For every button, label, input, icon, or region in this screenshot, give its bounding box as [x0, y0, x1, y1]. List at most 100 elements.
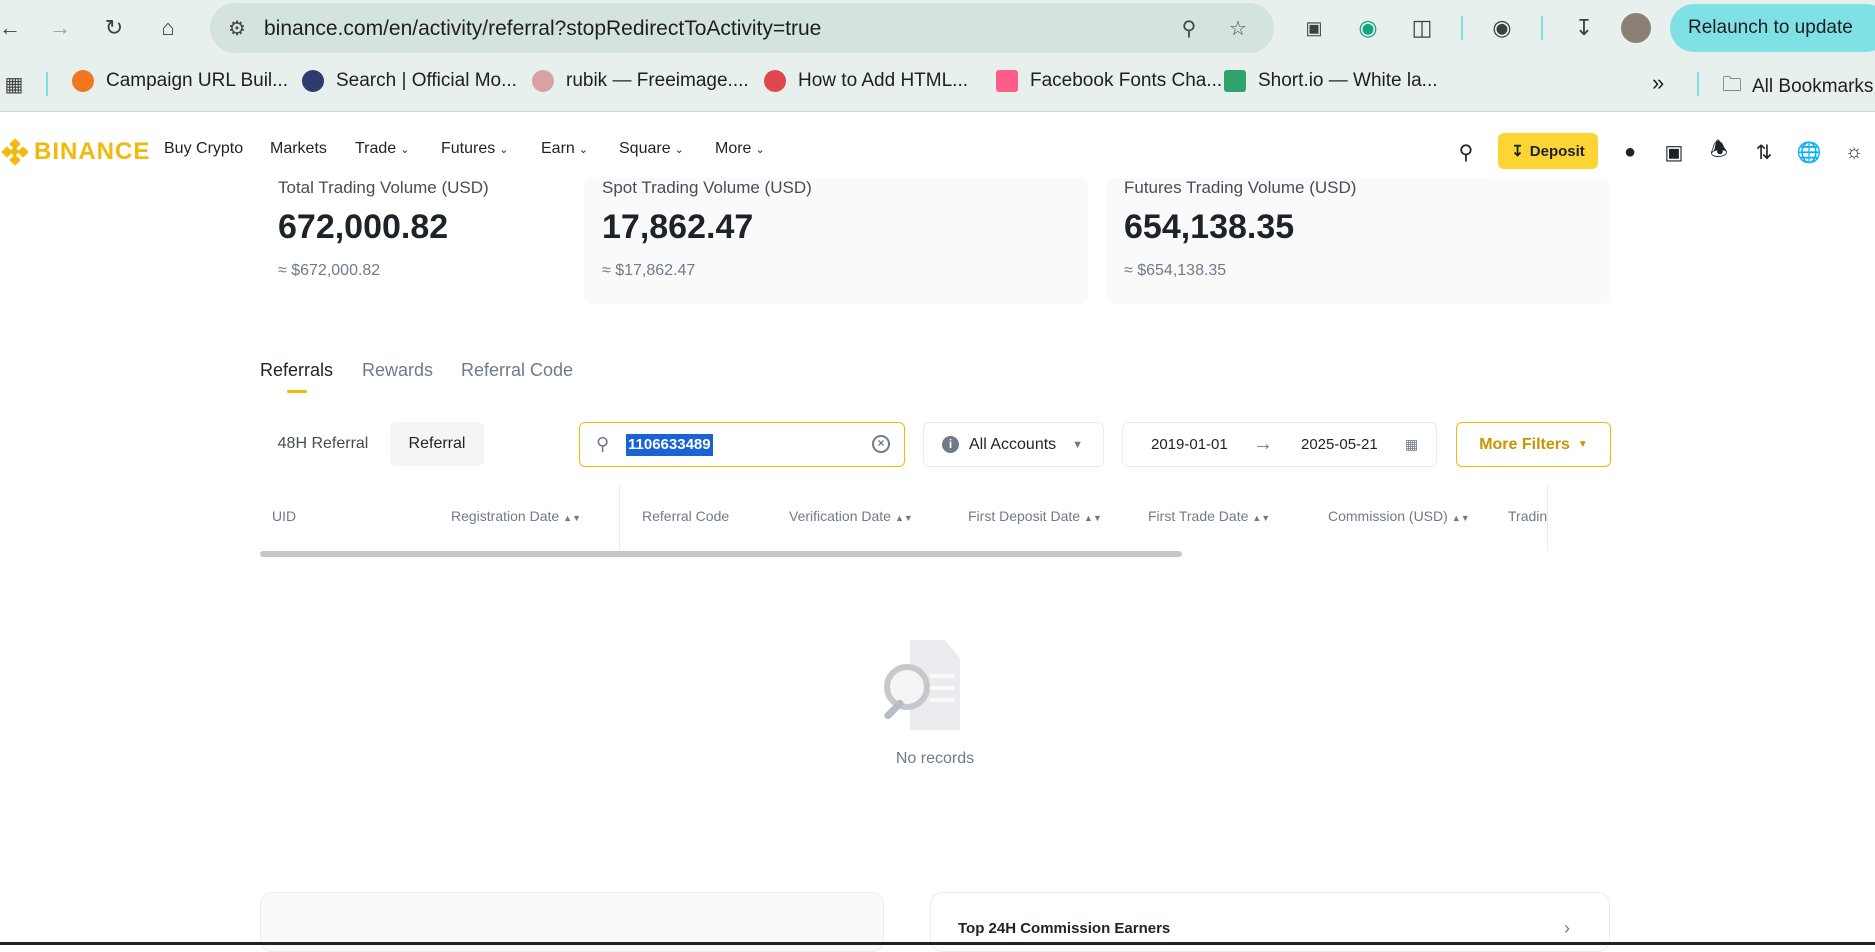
column-header-first-deposit-date[interactable]: First Deposit Date ▲▼ [968, 508, 1102, 524]
bookmark-label: Campaign URL Buil... [106, 70, 288, 91]
stat-value: 17,862.47 [602, 208, 754, 246]
bookmark-label: rubik — Freeimage.... [566, 70, 749, 91]
table-right-divider [1547, 484, 1548, 550]
column-header-uid: UID [272, 508, 297, 524]
stat-label: Spot Trading Volume (USD) [602, 178, 812, 197]
search-value: 1106633489 [626, 434, 713, 456]
no-records-text: No records [895, 750, 975, 767]
reload-icon[interactable]: ↻ [96, 10, 132, 46]
search-favicon-icon [302, 70, 324, 92]
column-header-referral-code: Referral Code [642, 508, 730, 524]
bookmark-item[interactable]: Search | Official Mo... [302, 70, 517, 92]
more-filters-label: More Filters [1479, 435, 1570, 453]
relaunch-button[interactable]: Relaunch to update [1670, 4, 1875, 52]
uid-search-input[interactable]: ⚲ 1106633489 × [579, 422, 905, 467]
spot-volume-card: Spot Trading Volume (USD) 17,862.47 ≈ $1… [584, 178, 1088, 304]
bookmark-item[interactable]: Short.io — White la... [1224, 70, 1438, 92]
bookmark-item[interactable]: Campaign URL Buil... [72, 70, 288, 92]
forward-icon[interactable]: → [42, 10, 78, 46]
stat-sub: ≈ $654,138.35 [1124, 262, 1227, 279]
column-header-verification-date[interactable]: Verification Date ▲▼ [789, 508, 913, 524]
apps-grid-icon[interactable]: ▦ [0, 66, 32, 102]
more-filters-button[interactable]: More Filters ▼ [1456, 422, 1611, 467]
campaign-favicon-icon [72, 70, 94, 92]
shortio-favicon-icon [1224, 70, 1246, 92]
stat-sub: ≈ $17,862.47 [602, 262, 696, 279]
home-icon[interactable]: ⌂ [150, 10, 186, 46]
calendar-icon[interactable]: ▦ [1405, 436, 1418, 453]
stat-value: 672,000.82 [278, 208, 449, 246]
toolbar-divider [1541, 16, 1543, 40]
arrow-right-icon: → [1253, 433, 1273, 455]
date-from[interactable]: 2019-01-01 [1151, 436, 1228, 453]
sort-icon: ▲▼ [894, 513, 913, 523]
futures-volume-card: Futures Trading Volume (USD) 654,138.35 … [1106, 178, 1610, 304]
accounts-label: All Accounts [969, 435, 1057, 453]
bookmark-label: Facebook Fonts Cha... [1030, 70, 1223, 91]
address-bar[interactable]: ⚙ binance.com/en/activity/referral?stopR… [210, 3, 1274, 53]
stat-label: Futures Trading Volume (USD) [1124, 178, 1357, 197]
stat-label: Total Trading Volume (USD) [278, 178, 489, 197]
accounts-select[interactable]: i All Accounts ▼ [923, 422, 1104, 467]
date-range-picker[interactable]: 2019-01-01 → 2025-05-21 ▦ [1122, 422, 1437, 467]
info-icon: i [942, 436, 959, 453]
chevron-right-icon[interactable]: › [1564, 918, 1570, 939]
back-icon[interactable]: ← [0, 10, 28, 46]
tab-referrals[interactable]: Referrals [260, 360, 333, 381]
column-label: Commission (USD) [1328, 508, 1448, 524]
clear-icon[interactable]: × [872, 435, 890, 453]
bookmarks-bar: ▦ Campaign URL Buil... Search | Official… [0, 56, 1875, 112]
rubik-favicon-icon [532, 70, 554, 92]
site-info-icon[interactable]: ⚙ [224, 15, 250, 41]
all-bookmarks-label: All Bookmarks [1752, 76, 1874, 97]
horizontal-scrollbar[interactable] [260, 551, 1182, 557]
column-label: Verification Date [789, 508, 891, 524]
sort-icon: ▲▼ [1451, 513, 1470, 523]
bookmarks-overflow-button[interactable]: » [1652, 70, 1664, 96]
column-label: First Trade Date [1148, 508, 1249, 524]
column-header-commission[interactable]: Commission (USD) ▲▼ [1328, 508, 1470, 524]
toolbar-divider [1461, 16, 1463, 40]
sort-icon: ▲▼ [1084, 513, 1102, 523]
bookmark-label: How to Add HTML... [798, 70, 969, 91]
stat-value: 654,138.35 [1124, 208, 1295, 246]
download-icon[interactable]: ↧ [1566, 10, 1602, 46]
incognito-icon[interactable]: ◉ [1484, 10, 1520, 46]
bookmark-star-icon[interactable]: ☆ [1225, 15, 1251, 41]
active-tab-indicator [287, 390, 307, 393]
bookmark-item[interactable]: Facebook Fonts Cha... [996, 70, 1222, 92]
total-volume-card: Total Trading Volume (USD) 672,000.82 ≈ … [260, 178, 562, 304]
bookmark-label: Short.io — White la... [1258, 70, 1438, 91]
column-header-first-trade-date[interactable]: First Trade Date ▲▼ [1148, 508, 1270, 524]
bookmarks-divider [1697, 72, 1699, 96]
column-header-registration-date[interactable]: Registration Date ▲▼ [451, 508, 581, 524]
folder-icon: 🗀 [1722, 74, 1742, 96]
bookmarks-divider [46, 72, 48, 96]
top-earners-title: Top 24H Commission Earners [958, 920, 1171, 937]
column-header-trading: Tradin [1508, 508, 1548, 524]
bookmark-label: Search | Official Mo... [336, 70, 517, 91]
zoom-icon[interactable]: ⚲ [1176, 15, 1202, 41]
tab-rewards[interactable]: Rewards [362, 360, 433, 381]
caret-down-icon: ▼ [1577, 439, 1588, 450]
segment-referral[interactable]: Referral [390, 422, 484, 466]
profile-avatar-icon[interactable] [1618, 10, 1654, 46]
caret-down-icon: ▼ [1072, 439, 1083, 451]
browser-toolbar: ← → ↻ ⌂ ⚙ binance.com/en/activity/referr… [0, 0, 1875, 56]
stat-sub: ≈ $672,000.82 [278, 262, 381, 279]
grammarly-icon[interactable]: ◉ [1350, 10, 1386, 46]
all-bookmarks-button[interactable]: 🗀 All Bookmarks [1722, 70, 1873, 104]
sticky-column-divider [619, 484, 620, 550]
bookmark-item[interactable]: How to Add HTML... [764, 70, 968, 92]
column-label: Registration Date [451, 508, 560, 524]
html-favicon-icon [764, 70, 786, 92]
search-icon: ⚲ [596, 434, 610, 454]
date-to[interactable]: 2025-05-21 [1301, 436, 1378, 453]
bookmark-item[interactable]: rubik — Freeimage.... [532, 70, 749, 92]
header-overlay [0, 112, 1875, 178]
qr-code-icon[interactable]: ▣ [1296, 10, 1332, 46]
no-records-illustration-icon [883, 640, 976, 732]
extensions-icon[interactable]: ◫ [1404, 10, 1440, 46]
tab-referral-code[interactable]: Referral Code [461, 360, 573, 381]
segment-48h-referral[interactable]: 48H Referral [262, 422, 384, 466]
